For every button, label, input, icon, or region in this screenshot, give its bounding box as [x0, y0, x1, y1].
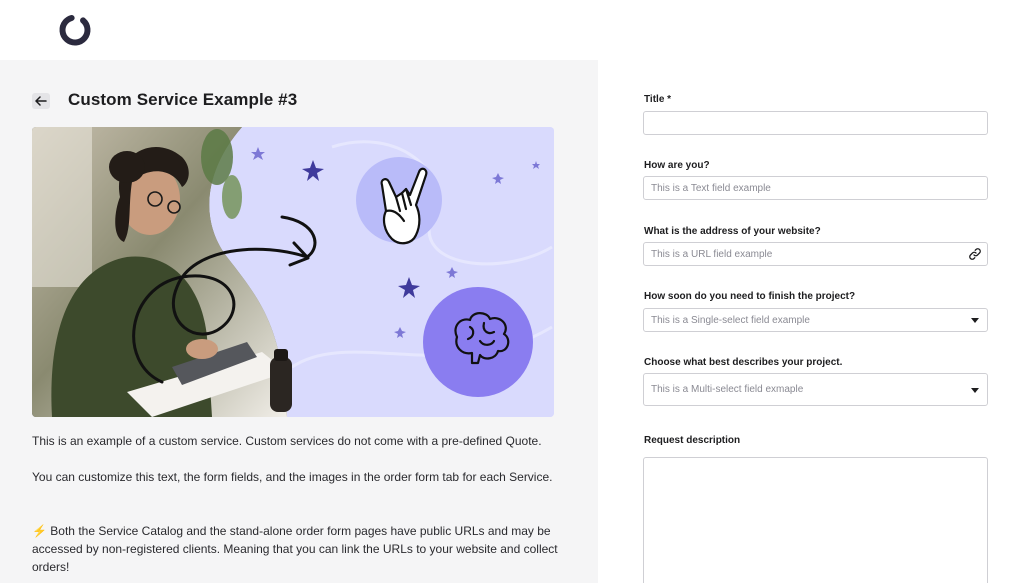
arrow-left-icon [35, 96, 47, 106]
link-icon [969, 248, 981, 260]
how-soon-label: How soon do you need to finish the proje… [644, 291, 856, 302]
description-paragraph-3-text: Both the Service Catalog and the stand-a… [32, 524, 558, 574]
title-label-text: Title [644, 94, 665, 105]
how-soon-placeholder: This is a Single-select field example [651, 314, 810, 326]
back-button[interactable] [32, 93, 50, 109]
request-description-textarea[interactable] [643, 457, 988, 583]
website-url-placeholder: This is a URL field example [651, 248, 773, 260]
how-are-you-label: How are you? [644, 160, 710, 171]
service-hero-image [32, 127, 554, 417]
request-description-label: Request description [644, 435, 741, 446]
how-soon-select[interactable]: This is a Single-select field example [643, 308, 988, 332]
description-paragraph-2: You can customize this text, the form fi… [32, 470, 553, 484]
page-title: Custom Service Example #3 [68, 90, 298, 109]
title-input[interactable] [643, 111, 988, 135]
describes-multiselect[interactable]: This is a Multi-select field exmaple [643, 373, 988, 406]
top-bar [0, 0, 1024, 60]
chevron-down-icon [971, 318, 979, 323]
how-are-you-input[interactable]: This is a Text field example [643, 176, 988, 200]
description-paragraph-1: This is an example of a custom service. … [32, 434, 542, 448]
website-url-input[interactable]: This is a URL field example [643, 242, 988, 266]
circle-logo-icon[interactable] [57, 12, 93, 48]
describes-label: Choose what best describes your project. [644, 357, 843, 368]
title-label: Title * [644, 94, 671, 105]
description-paragraph-3: ⚡ Both the Service Catalog and the stand… [32, 522, 572, 576]
chevron-down-icon [971, 387, 979, 393]
lightning-icon: ⚡ [32, 524, 47, 538]
describes-placeholder: This is a Multi-select field exmaple [651, 384, 804, 395]
required-mark: * [667, 94, 672, 105]
website-label: What is the address of your website? [644, 226, 821, 237]
